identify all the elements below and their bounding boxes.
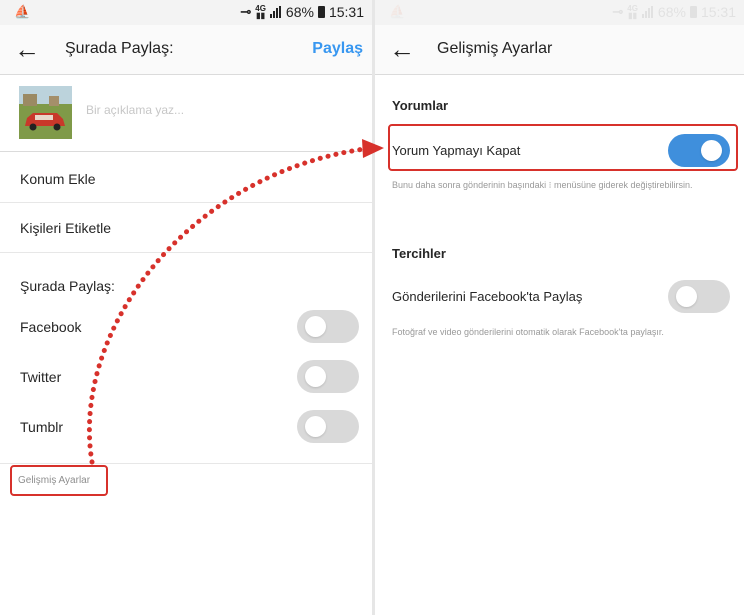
battery-percent: 68%: [657, 4, 686, 20]
toggle-knob: [676, 286, 697, 307]
tag-people-label: Kişileri Etiketle: [20, 220, 112, 236]
post-thumbnail: [19, 86, 72, 139]
share-section-heading: Şurada Paylaş:: [0, 278, 372, 294]
battery-percent: 68%: [285, 4, 314, 20]
comments-helper-text: Bunu daha sonra gönderinin başındaki ⁝ m…: [392, 180, 693, 190]
share-screen: ⛵ ⊸ 4G ▮▮ 68% 15:31 ← Şurada Paylaş: Payl…: [0, 0, 372, 615]
clock: 15:31: [328, 4, 364, 20]
network-label: Facebook: [20, 319, 82, 335]
signal-icon: [269, 6, 282, 18]
network-label: Tumblr: [20, 419, 64, 435]
key-icon: ⊸: [612, 4, 624, 19]
tumblr-share-toggle[interactable]: [297, 410, 359, 443]
toggle-knob: [305, 366, 326, 387]
preferences-helper-text: Fotoğraf ve video gönderilerini otomatik…: [392, 327, 664, 337]
key-icon: ⊸: [240, 4, 252, 19]
share-to-facebook-toggle[interactable]: [668, 280, 730, 313]
divider: [0, 252, 372, 253]
add-location-label: Konum Ekle: [20, 171, 96, 187]
app-notification-icon: ⛵: [14, 4, 31, 19]
network-icon: 4G ▮▮: [627, 4, 638, 20]
caption-row: [0, 75, 372, 152]
header: ← Şurada Paylaş: Paylaş: [0, 25, 372, 75]
facebook-share-toggle[interactable]: [297, 310, 359, 343]
highlight-box: [388, 124, 738, 171]
advanced-settings-screen: ⛵ ⊸ 4G ▮▮ 68% 15:31 ← Gelişmiş Ayarlar Yo…: [375, 0, 744, 615]
back-arrow-icon[interactable]: ←: [14, 36, 40, 62]
page-title: Şurada Paylaş:: [65, 40, 174, 57]
twitter-share-toggle[interactable]: [297, 360, 359, 393]
highlight-box: [10, 465, 108, 496]
toggle-knob: [305, 416, 326, 437]
caption-input[interactable]: [86, 103, 356, 117]
header: ← Gelişmiş Ayarlar: [375, 25, 744, 75]
back-arrow-icon[interactable]: ←: [389, 36, 415, 62]
battery-icon: [317, 6, 325, 18]
share-heading-label: Şurada Paylaş:: [20, 278, 115, 294]
add-location-row[interactable]: Konum Ekle: [0, 171, 372, 187]
toggle-knob: [305, 316, 326, 337]
preferences-section-heading: Tercihler: [392, 246, 446, 261]
network-label: Twitter: [20, 369, 62, 385]
battery-icon: [689, 6, 697, 18]
network-icon: 4G ▮▮: [255, 4, 266, 20]
status-bar: ⛵ ⊸ 4G ▮▮ 68% 15:31: [0, 0, 372, 25]
clock: 15:31: [700, 4, 736, 20]
share-to-facebook-label: Gönderilerini Facebook'ta Paylaş: [392, 289, 583, 304]
divider: [0, 202, 372, 203]
comments-section-heading: Yorumlar: [392, 98, 449, 113]
page-title: Gelişmiş Ayarlar: [437, 40, 553, 57]
share-button[interactable]: Paylaş: [312, 40, 363, 58]
app-notification-icon: ⛵: [389, 4, 406, 19]
divider: [0, 463, 372, 464]
signal-icon: [641, 6, 654, 18]
status-bar: ⛵ ⊸ 4G ▮▮ 68% 15:31: [375, 0, 744, 25]
tag-people-row[interactable]: Kişileri Etiketle: [0, 220, 372, 236]
